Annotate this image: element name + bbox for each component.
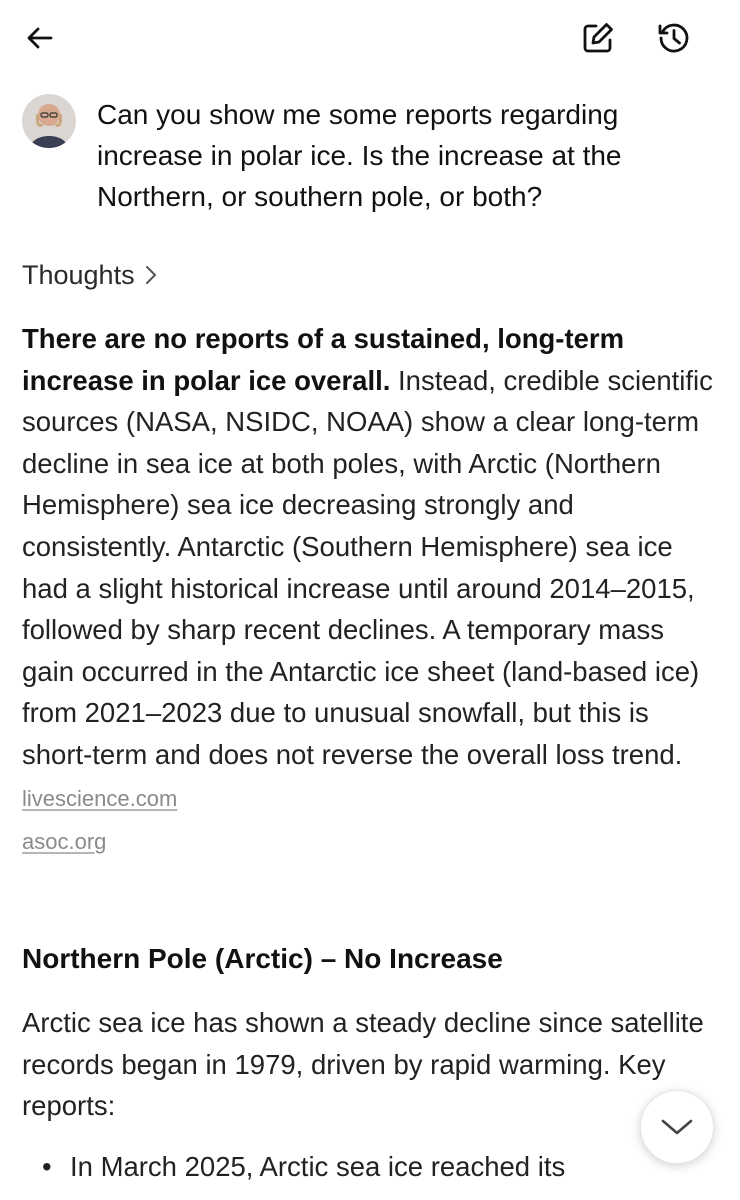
source-link-asoc[interactable]: asoc.org <box>22 829 106 854</box>
history-clock-icon <box>658 23 689 53</box>
avatar <box>22 94 76 148</box>
thoughts-label: Thoughts <box>22 260 135 290</box>
chat-page: Can you show me some reports regarding i… <box>0 0 740 1200</box>
section-heading-north: Northern Pole (Arctic) – No Increase <box>22 943 503 974</box>
section-body-north: Arctic sea ice has shown a steady declin… <box>22 1007 704 1122</box>
scroll-down-button[interactable] <box>640 1090 714 1164</box>
arrow-left-icon <box>27 27 53 49</box>
answer-lead-text: Instead, credible scientific sources (NA… <box>22 364 713 770</box>
new-chat-button[interactable] <box>576 16 620 60</box>
thoughts-toggle[interactable]: Thoughts <box>22 256 159 294</box>
bullet-dot: • <box>42 1151 52 1182</box>
edit-square-icon <box>583 23 613 53</box>
back-button[interactable] <box>18 16 62 60</box>
user-message-text: Can you show me some reports regarding i… <box>97 99 622 212</box>
history-button[interactable] <box>652 16 696 60</box>
source-link-livescience[interactable]: livescience.com <box>22 786 177 811</box>
assistant-answer: There are no reports of a sustained, lon… <box>22 318 722 863</box>
chevron-right-icon <box>145 266 156 284</box>
top-bar <box>0 0 740 80</box>
chevron-down-icon <box>661 1119 693 1135</box>
bullet-text: In March 2025, Arctic sea ice reached it… <box>70 1151 566 1182</box>
